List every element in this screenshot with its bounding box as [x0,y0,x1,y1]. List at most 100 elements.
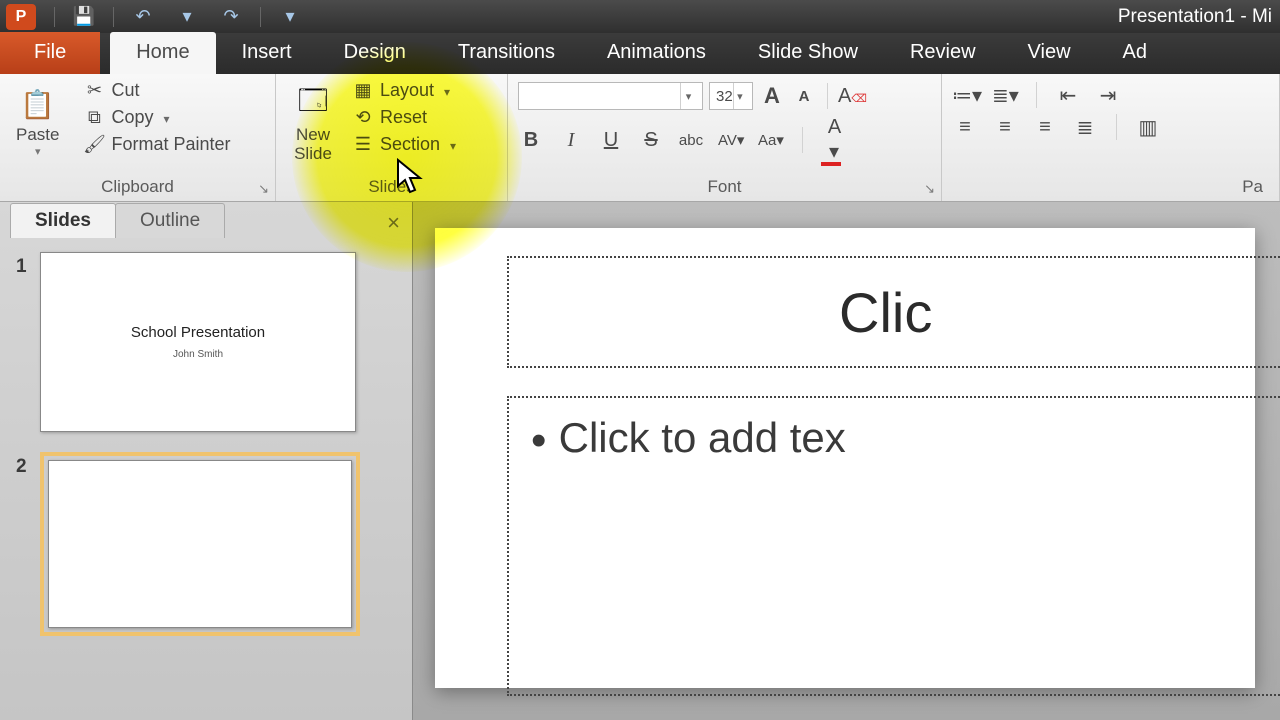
numbering-button[interactable]: ≣▾ [992,83,1018,108]
thumbnail-1[interactable]: 1 School Presentation John Smith [16,252,402,432]
reset-button[interactable]: ⟲ Reset [348,105,460,130]
bullets-button[interactable]: ≔▾ [952,83,978,108]
chevron-down-icon[interactable]: ▾ [733,83,746,109]
group-label-font: Font ↘ [518,177,931,199]
thumb-subtitle: John Smith [173,349,223,360]
paste-label: Paste [16,126,59,145]
cut-button[interactable]: ✂ Cut [79,78,234,103]
group-label-paragraph: Pa [952,177,1269,199]
section-button[interactable]: ☰ Section [348,132,460,157]
current-slide[interactable]: Clic Click to add tex [435,228,1255,688]
copy-dropdown-icon[interactable] [160,107,170,128]
panel-tabs: Slides Outline × [0,202,412,238]
grow-font-icon[interactable]: A [759,83,785,109]
tab-addins[interactable]: Ad [1097,32,1173,74]
clipboard-launcher-icon[interactable]: ↘ [258,181,269,197]
font-size-combo[interactable]: 32 ▾ [709,82,753,110]
qat-separator [260,7,261,27]
tab-transitions[interactable]: Transitions [432,32,581,74]
shrink-font-icon[interactable]: A [791,88,817,105]
reset-icon: ⟲ [352,107,374,128]
font-family-combo[interactable]: ▾ [518,82,703,110]
window-title: Presentation1 - Mi [305,6,1280,28]
tab-home[interactable]: Home [110,32,215,74]
align-left-button[interactable]: ≡ [952,116,978,139]
close-panel-icon[interactable]: × [387,210,400,236]
strike-button[interactable]: S [638,129,664,152]
group-font: ▾ 32 ▾ A A A⌫ B I U [508,74,942,201]
undo-icon[interactable]: ↶ [128,7,158,27]
group-clipboard: 📋 Paste ▾ ✂ Cut ⧉ Copy [0,74,276,201]
columns-button[interactable]: ▥ [1135,115,1161,140]
thumbnail-2[interactable]: 2 [16,452,402,636]
qat-separator [54,7,55,27]
decrease-indent-button[interactable]: ⇤ [1055,83,1081,108]
app-orb-icon[interactable]: P [6,4,36,30]
format-painter-button[interactable]: 🖌 Format Painter [79,132,234,157]
tab-design[interactable]: Design [318,32,432,74]
justify-button[interactable]: ≣ [1072,115,1098,140]
title-bar: P 💾 ↶ ▾ ↷ ▾ Presentation1 - Mi [0,0,1280,33]
thumb-number: 2 [16,452,40,478]
tab-file[interactable]: File [0,32,100,74]
font-color-button[interactable]: A ▾ [821,116,847,164]
align-center-button[interactable]: ≡ [992,116,1018,139]
font-size-value: 32 [716,88,733,105]
italic-button[interactable]: I [558,129,584,152]
separator [1036,82,1037,108]
copy-label: Copy [111,107,153,128]
layout-label: Layout [380,80,434,101]
body-placeholder-text: Click to add tex [531,414,846,461]
bold-button[interactable]: B [518,129,544,152]
tab-view[interactable]: View [1002,32,1097,74]
slide-canvas[interactable]: Clic Click to add tex [413,202,1280,720]
underline-button[interactable]: U [598,129,624,152]
font-launcher-icon[interactable]: ↘ [924,181,935,197]
group-paragraph: ≔▾ ≣▾ ⇤ ⇥ ≡ ≡ ≡ ≣ ▥ Pa [942,74,1280,201]
clear-format-icon[interactable]: A⌫ [838,85,864,108]
align-right-button[interactable]: ≡ [1032,116,1058,139]
layout-dropdown-icon[interactable] [440,80,450,101]
tab-animations[interactable]: Animations [581,32,732,74]
scissors-icon: ✂ [83,80,105,101]
paste-button[interactable]: 📋 Paste ▾ [10,78,65,162]
workspace: Slides Outline × 1 School Presentation J… [0,202,1280,720]
brush-icon: 🖌 [83,134,105,155]
thumb-number: 1 [16,252,40,278]
undo-dropdown-icon[interactable]: ▾ [172,7,202,27]
separator [827,83,828,109]
ribbon: 📋 Paste ▾ ✂ Cut ⧉ Copy [0,74,1280,202]
tab-insert[interactable]: Insert [216,32,318,74]
panel-tab-slides[interactable]: Slides [10,203,116,238]
section-icon: ☰ [352,134,374,155]
cut-label: Cut [111,80,139,101]
copy-icon: ⧉ [83,107,105,128]
redo-icon[interactable]: ↷ [216,7,246,27]
slide-panel: Slides Outline × 1 School Presentation J… [0,202,413,720]
tab-slideshow[interactable]: Slide Show [732,32,884,74]
layout-button[interactable]: ▦ Layout [348,78,460,103]
thumb-title: School Presentation [131,324,265,341]
format-painter-label: Format Painter [111,134,230,155]
char-spacing-button[interactable]: AV▾ [718,131,744,149]
copy-button[interactable]: ⧉ Copy [79,105,234,130]
powerpoint-window: P 💾 ↶ ▾ ↷ ▾ Presentation1 - Mi File Home… [0,0,1280,720]
group-label-slides: Slides [286,177,497,199]
separator [1116,114,1117,140]
text-shadow-button[interactable]: abc [678,132,704,149]
increase-indent-button[interactable]: ⇥ [1095,83,1121,108]
group-label-clipboard: Clipboard ↘ [10,177,265,199]
new-slide-button[interactable]: 🗔 New Slide [286,78,340,167]
thumbnail-list: 1 School Presentation John Smith 2 [0,238,412,666]
change-case-button[interactable]: Aa▾ [758,131,784,149]
qat-customize-icon[interactable]: ▾ [275,7,305,27]
section-dropdown-icon[interactable] [446,134,456,155]
tab-review[interactable]: Review [884,32,1002,74]
panel-tab-outline[interactable]: Outline [115,203,225,238]
save-icon[interactable]: 💾 [69,7,99,27]
content-placeholder[interactable]: Click to add tex [507,396,1280,696]
title-placeholder[interactable]: Clic [507,256,1280,368]
chevron-down-icon[interactable]: ▾ [680,83,696,109]
section-label: Section [380,134,440,155]
reset-label: Reset [380,107,427,128]
